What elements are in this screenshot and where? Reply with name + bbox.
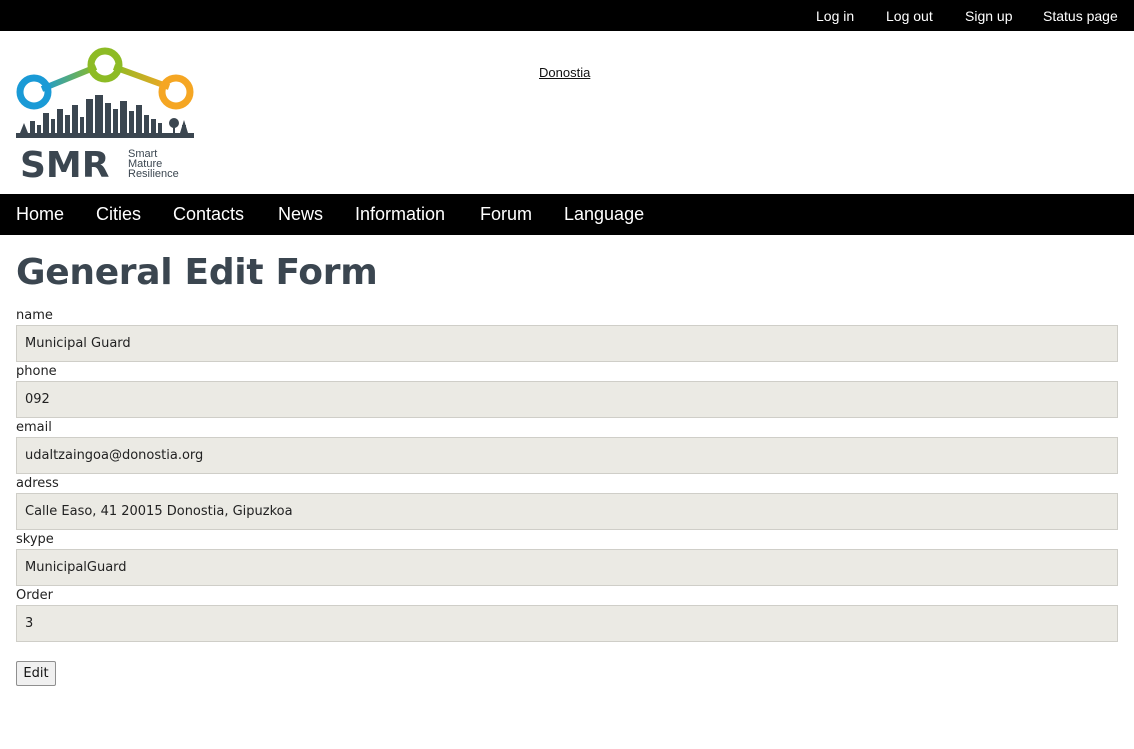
site-header: SMR Smart Mature Resilience Donostia: [0, 31, 1134, 194]
svg-text:Resilience: Resilience: [128, 168, 179, 180]
svg-text:SMR: SMR: [20, 145, 109, 181]
address-label: adress: [16, 476, 59, 491]
name-label: name: [16, 308, 53, 323]
smr-logo[interactable]: SMR Smart Mature Resilience: [14, 45, 199, 181]
edit-button[interactable]: Edit: [16, 661, 56, 686]
skype-field[interactable]: [16, 549, 1118, 586]
email-field[interactable]: [16, 437, 1118, 474]
address-field[interactable]: [16, 493, 1118, 530]
email-label: email: [16, 420, 52, 435]
city-link-donostia[interactable]: Donostia: [539, 65, 590, 80]
status-page-link[interactable]: Status page: [1043, 8, 1118, 24]
name-field[interactable]: [16, 325, 1118, 362]
page-title: General Edit Form: [16, 252, 378, 293]
top-utility-bar: Log in Log out Sign up Status page: [0, 0, 1134, 31]
nav-cities[interactable]: Cities: [96, 204, 141, 225]
order-field[interactable]: [16, 605, 1118, 642]
nav-news[interactable]: News: [278, 204, 323, 225]
signup-link[interactable]: Sign up: [965, 8, 1012, 24]
phone-field[interactable]: [16, 381, 1118, 418]
nav-home[interactable]: Home: [16, 204, 64, 225]
main-nav: Home Cities Contacts News Information Fo…: [0, 194, 1134, 235]
login-link[interactable]: Log in: [816, 8, 854, 24]
logout-link[interactable]: Log out: [886, 8, 933, 24]
order-label: Order: [16, 588, 53, 603]
phone-label: phone: [16, 364, 57, 379]
nav-forum[interactable]: Forum: [480, 204, 532, 225]
skype-label: skype: [16, 532, 54, 547]
nav-language[interactable]: Language: [564, 204, 644, 225]
nav-information[interactable]: Information: [355, 204, 445, 225]
nav-contacts[interactable]: Contacts: [173, 204, 244, 225]
